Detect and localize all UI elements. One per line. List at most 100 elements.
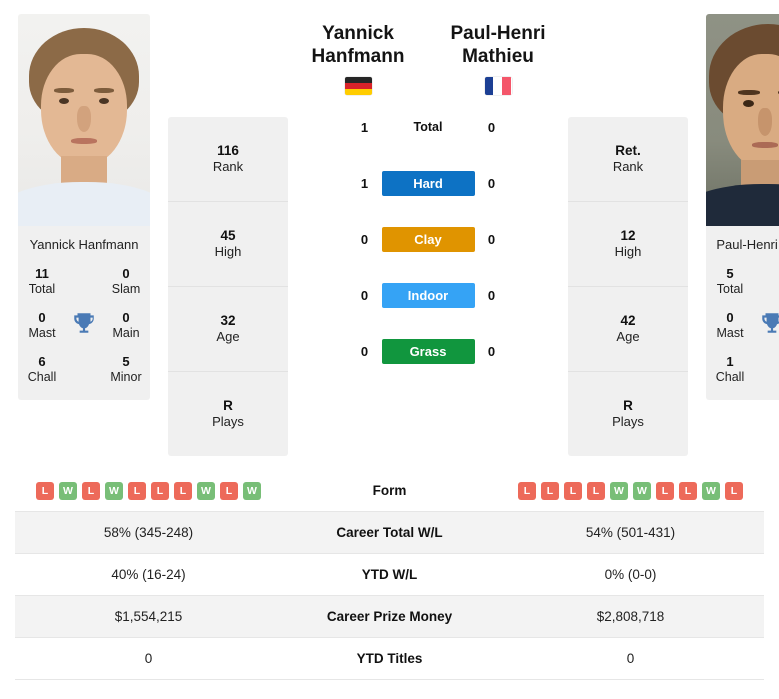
- right-player-heading: Paul-Henri Mathieu: [428, 22, 568, 96]
- form-badge-win: W: [197, 481, 215, 500]
- left-stat-plays: R Plays: [212, 397, 244, 430]
- left-player-panel: Yannick Hanfmann 11 Total 0 Slam 0 Mast: [0, 0, 168, 400]
- table-row: 40% (16-24) YTD W/L 0% (0-0): [15, 554, 764, 596]
- right-score-clay: 0: [487, 231, 496, 247]
- form-badge-loss: L: [679, 481, 697, 500]
- left-player-photo: [18, 14, 150, 226]
- right-score-hard: 0: [487, 175, 496, 191]
- right-form-list: LLLLWWLLWL: [497, 481, 764, 500]
- form-badge-loss: L: [36, 481, 54, 500]
- surface-row-indoor: 0 Indoor 0: [288, 267, 568, 323]
- stat-label-cell: Career Total W/L: [336, 525, 443, 540]
- right-form-cell: LLLLWWLLWL: [497, 481, 764, 500]
- left-stat-rank: 116 Rank: [168, 117, 288, 202]
- right-titles-mast: 0 Mast: [716, 309, 744, 341]
- left-titles-slam: 0 Slam: [111, 266, 141, 297]
- table-row: L W L W L L L W L W Form L L L L W W L L W L: [15, 470, 764, 512]
- surface-breakdown-list: 1 Total 0 1 Hard 0 0 Clay 0 0 Indoor 0 0 Grass 0: [288, 99, 568, 379]
- left-score-total: 1: [360, 119, 369, 135]
- table-row: 0 YTD Titles 0: [15, 638, 764, 680]
- form-badge-loss: L: [151, 481, 169, 500]
- form-badge-loss: L: [564, 481, 582, 500]
- table-row: $1,554,215 Career Prize Money $2,808,718: [15, 596, 764, 638]
- player-names-row: Yannick Hanfmann Paul-Henri Mathieu: [288, 22, 568, 96]
- left-titles-total: 11 Total: [28, 266, 56, 297]
- form-badge-loss: L: [82, 481, 100, 500]
- form-badge-loss: L: [725, 481, 743, 500]
- left-trophy-icon-cell: [60, 310, 108, 341]
- right-titles-grid: 5 Total 0 Slam 0 Mast: [712, 266, 779, 386]
- surface-row-hard: 1 Hard 0: [288, 155, 568, 211]
- right-stat-plays: R Plays: [612, 397, 644, 430]
- form-badge-loss: L: [220, 481, 238, 500]
- left-stat-age: 32 Age: [168, 287, 288, 372]
- left-value-cell: 40% (16-24): [111, 567, 186, 582]
- left-player-heading: Yannick Hanfmann: [288, 22, 428, 96]
- right-value-cell: $2,808,718: [596, 609, 665, 624]
- flag-fr-icon: [484, 77, 512, 96]
- right-stat-age: 42 Age: [568, 287, 688, 372]
- left-score-hard: 1: [360, 175, 369, 191]
- trophy-icon: [71, 310, 97, 341]
- stat-label-cell: Career Prize Money: [326, 609, 453, 624]
- left-value-cell: $1,554,215: [114, 609, 183, 624]
- stat-label-cell: Form: [372, 483, 407, 498]
- form-badge-win: W: [105, 481, 123, 500]
- form-badge-win: W: [633, 481, 651, 500]
- left-value-cell: 0: [144, 651, 153, 666]
- form-badge-win: W: [702, 481, 720, 500]
- left-titles-main: 0 Main: [112, 309, 140, 341]
- form-badge-loss: L: [518, 481, 536, 500]
- left-player-flag: [288, 77, 428, 96]
- surface-badge-grass: Grass: [381, 338, 475, 364]
- stat-label-cell: YTD Titles: [356, 651, 423, 666]
- form-badge-win: W: [243, 481, 261, 500]
- head-to-head-column: Yannick Hanfmann Paul-Henri Mathieu 1 To…: [288, 0, 568, 379]
- left-score-indoor: 0: [360, 287, 369, 303]
- form-badge-loss: L: [174, 481, 192, 500]
- right-player-last-name: Mathieu: [462, 46, 534, 68]
- surface-row-total: 1 Total 0: [288, 99, 568, 155]
- comparison-stats-table: L W L W L L L W L W Form L L L L W W L L W L 58% (345-248) Car…: [15, 470, 764, 680]
- left-form-list: LWLWLLLWLW: [15, 481, 282, 500]
- right-score-total: 0: [487, 119, 496, 135]
- right-value-cell: 0: [626, 651, 635, 666]
- surface-badge-indoor: Indoor: [381, 282, 475, 308]
- form-badge-loss: L: [128, 481, 146, 500]
- right-value-cell: 0% (0-0): [604, 567, 657, 582]
- left-titles-grid: 11 Total 0 Slam 0 Mast 0 Main 6 Chall 5 …: [24, 266, 144, 386]
- right-player-titles-card: Paul-Henri Mathieu 5 Total 0 Slam 0 Mast: [706, 226, 779, 400]
- left-player-name-label: Yannick Hanfmann: [29, 237, 139, 252]
- left-stat-high: 45 High: [168, 202, 288, 287]
- right-stat-rank: Ret. Rank: [568, 117, 688, 202]
- right-stat-high: 12 High: [568, 202, 688, 287]
- right-player-panel: Paul-Henri Mathieu 5 Total 0 Slam 0 Mast: [688, 0, 779, 400]
- flag-de-icon: [344, 77, 372, 96]
- form-badge-loss: L: [587, 481, 605, 500]
- form-badge-loss: L: [541, 481, 559, 500]
- right-player-first-name: Paul-Henri: [450, 23, 546, 44]
- left-score-grass: 0: [360, 343, 369, 359]
- left-titles-chall: 6 Chall: [27, 353, 57, 384]
- left-player-titles-card: Yannick Hanfmann 11 Total 0 Slam 0 Mast: [18, 226, 150, 400]
- table-row: 58% (345-248) Career Total W/L 54% (501-43…: [15, 512, 764, 554]
- right-titles-chall: 1 Chall: [715, 353, 745, 384]
- surface-badge-hard: Hard: [381, 170, 475, 196]
- left-value-cell: 58% (345-248): [103, 525, 194, 540]
- right-player-flag: [428, 77, 568, 96]
- left-form-cell: LWLWLLLWLW: [15, 481, 282, 500]
- right-stat-card: Ret. Rank 12 High 42 Age R Plays: [568, 117, 688, 456]
- surface-row-grass: 0 Grass 0: [288, 323, 568, 379]
- left-score-clay: 0: [360, 231, 369, 247]
- surface-row-clay: 0 Clay 0: [288, 211, 568, 267]
- left-player-first-name: Yannick: [322, 23, 394, 44]
- left-titles-minor: 5 Minor: [110, 353, 142, 384]
- right-titles-total: 5 Total: [716, 266, 744, 297]
- comparison-header: Yannick Hanfmann 11 Total 0 Slam 0 Mast: [0, 0, 779, 470]
- right-stat-card-col: Ret. Rank 12 High 42 Age R Plays: [568, 0, 688, 456]
- right-value-cell: 54% (501-431): [585, 525, 676, 540]
- form-badge-win: W: [610, 481, 628, 500]
- player-comparison-page: Yannick Hanfmann 11 Total 0 Slam 0 Mast: [0, 0, 779, 699]
- form-badge-win: W: [59, 481, 77, 500]
- left-stat-card: 116 Rank 45 High 32 Age R Plays: [168, 117, 288, 456]
